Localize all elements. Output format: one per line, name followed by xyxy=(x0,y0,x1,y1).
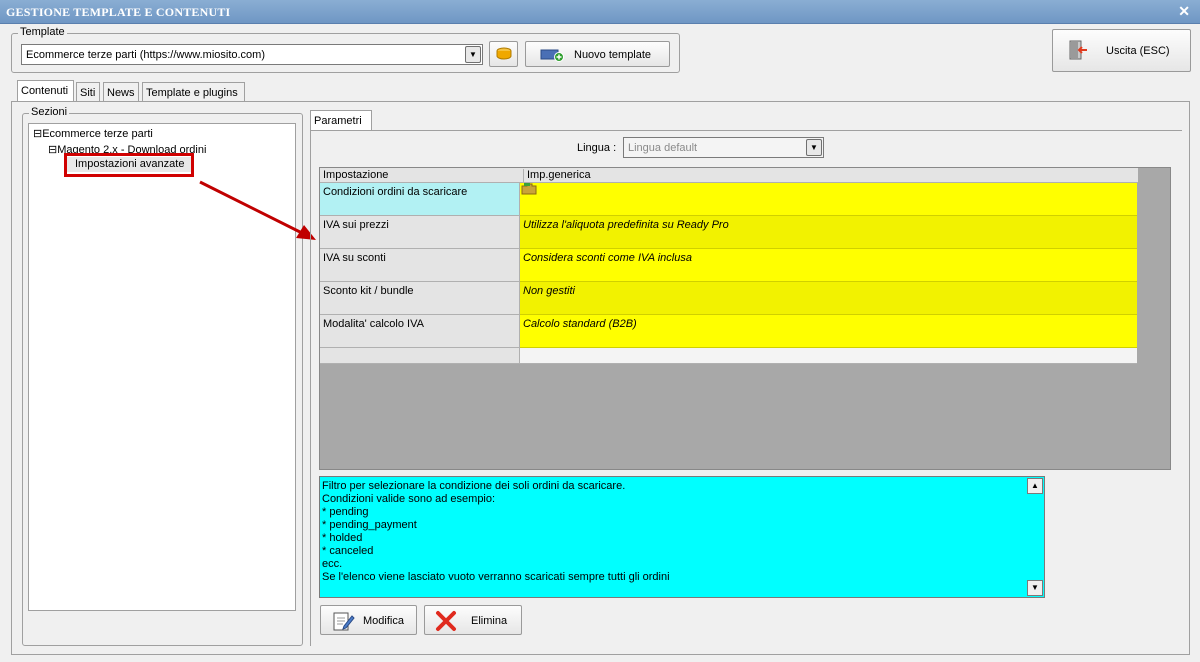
grid-cell-key: IVA su sconti xyxy=(320,249,520,282)
add-template-icon xyxy=(540,49,564,62)
edit-button[interactable]: Modifica xyxy=(320,605,417,635)
tab-contenuti-label: Contenuti xyxy=(21,85,69,97)
description-line: Condizioni valide sono ad esempio: xyxy=(322,493,496,505)
lingua-label: Lingua : xyxy=(577,142,617,154)
edit-label: Modifica xyxy=(363,615,404,627)
grid-header: Impostazione Imp.generica xyxy=(320,168,1138,183)
grid-cell-key: IVA sui prezzi xyxy=(320,216,520,249)
folder-icon xyxy=(521,183,537,195)
exit-label: Uscita (ESC) xyxy=(1106,45,1170,57)
lingua-select-value: Lingua default xyxy=(628,142,698,154)
grid-header-imp-generica: Imp.generica xyxy=(523,169,591,183)
description-line: Se l'elenco viene lasciato vuoto verrann… xyxy=(322,571,670,583)
grid-cell-value[interactable]: Considera sconti come IVA inclusa xyxy=(520,249,1137,282)
grid-cell-value[interactable]: Non gestiti xyxy=(520,282,1137,315)
description-box[interactable]: Filtro per selezionare la condizione dei… xyxy=(319,476,1045,598)
description-line: * canceled xyxy=(322,545,374,557)
grid-cell-value[interactable] xyxy=(520,183,1137,216)
chevron-down-icon[interactable]: ▼ xyxy=(465,46,481,63)
description-line: * pending_payment xyxy=(322,519,417,531)
settings-grid: Impostazione Imp.generica Condizioni ord… xyxy=(319,167,1171,470)
sections-legend: Sezioni xyxy=(29,106,70,118)
open-template-button[interactable] xyxy=(489,41,518,67)
tab-news[interactable]: News xyxy=(103,82,139,102)
tab-parametri-label: Parametri xyxy=(314,115,362,127)
scroll-down-icon[interactable]: ▼ xyxy=(1027,580,1043,596)
grid-cell-key: Condizioni ordini da scaricare xyxy=(320,183,520,216)
lingua-select[interactable]: Lingua default ▼ xyxy=(623,137,824,158)
template-group-legend: Template xyxy=(18,26,67,38)
tab-siti[interactable]: Siti xyxy=(76,82,100,102)
description-line: ecc. xyxy=(322,558,343,570)
grid-cell-key: Modalita' calcolo IVA xyxy=(320,315,520,348)
database-icon xyxy=(496,47,512,60)
grid-cell-value[interactable]: Calcolo standard (B2B) xyxy=(520,315,1137,348)
grid-cell-key: Sconto kit / bundle xyxy=(320,282,520,315)
delete-x-icon xyxy=(436,611,456,631)
tab-template-plugins-label: Template e plugins xyxy=(146,87,238,99)
tab-siti-label: Siti xyxy=(80,87,96,99)
exit-button[interactable]: Uscita (ESC) xyxy=(1052,29,1191,72)
title-bar: GESTIONE TEMPLATE E CONTENUTI ✕ xyxy=(0,0,1200,24)
delete-label: Elimina xyxy=(471,615,508,627)
scroll-up-icon[interactable]: ▲ xyxy=(1027,478,1043,494)
description-line: * holded xyxy=(322,532,363,544)
highlight-box xyxy=(64,153,194,177)
template-select-value: Ecommerce terze parti (https://www.miosi… xyxy=(26,49,266,61)
tab-news-label: News xyxy=(107,87,135,99)
tab-template-plugins[interactable]: Template e plugins xyxy=(142,82,245,102)
exit-door-icon xyxy=(1069,40,1087,60)
grid-cell-value[interactable]: Utilizza l'aliquota predefinita su Ready… xyxy=(520,216,1137,249)
edit-icon xyxy=(333,612,355,631)
tree-item-ecommerce[interactable]: ⊟Ecommerce terze parti xyxy=(33,127,153,140)
close-icon[interactable]: ✕ xyxy=(1178,3,1190,20)
new-template-button[interactable]: Nuovo template xyxy=(525,41,670,67)
delete-button[interactable]: Elimina xyxy=(424,605,522,635)
tree-collapse-icon[interactable]: ⊟ xyxy=(48,144,57,156)
grid-header-impostazione: Impostazione xyxy=(323,169,389,181)
main-tabs: Contenuti Siti News Template e plugins xyxy=(17,80,317,102)
grid-cell-value-empty xyxy=(520,348,1137,364)
chevron-down-icon[interactable]: ▼ xyxy=(806,139,822,156)
grid-cell-key-empty xyxy=(320,348,520,364)
new-template-label: Nuovo template xyxy=(574,49,652,61)
tree-item-label: Ecommerce terze parti xyxy=(42,128,153,140)
description-line: * pending xyxy=(322,506,369,518)
tree-collapse-icon[interactable]: ⊟ xyxy=(33,128,42,140)
window-title: GESTIONE TEMPLATE E CONTENUTI xyxy=(6,5,231,19)
tab-contenuti[interactable]: Contenuti xyxy=(17,80,74,102)
template-select[interactable]: Ecommerce terze parti (https://www.miosi… xyxy=(21,44,483,65)
description-line: Filtro per selezionare la condizione dei… xyxy=(322,480,626,492)
annotation-arrow xyxy=(199,180,316,240)
tab-parametri[interactable]: Parametri xyxy=(310,110,372,131)
